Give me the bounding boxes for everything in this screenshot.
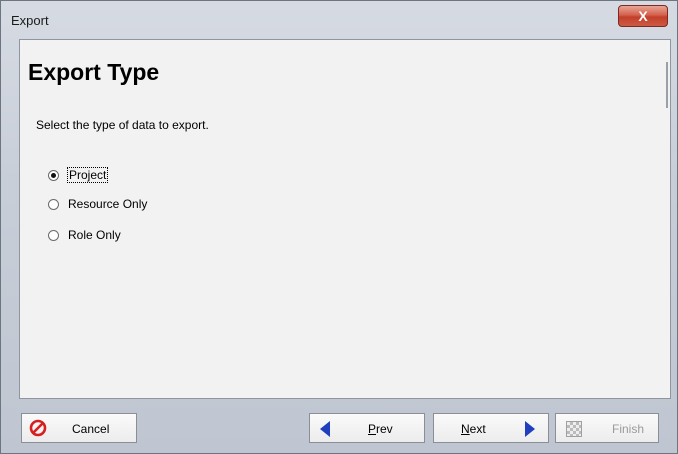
- right-triangle-arrow-icon: [525, 421, 535, 437]
- no-entry-icon: [29, 419, 47, 437]
- prev-button[interactable]: Prev: [309, 413, 425, 443]
- radio-option-resource-only[interactable]: Resource Only: [48, 197, 148, 211]
- radio-button[interactable]: [48, 229, 59, 241]
- page-title: Export Type: [28, 59, 160, 85]
- next-button[interactable]: Next: [433, 413, 549, 443]
- scrollbar-thumb[interactable]: [666, 62, 668, 108]
- radio-label: Resource Only: [68, 197, 148, 211]
- radio-label: Project: [67, 167, 109, 183]
- radio-option-role-only[interactable]: Role Only: [48, 228, 122, 242]
- radio-button[interactable]: [48, 198, 59, 210]
- finish-button[interactable]: Finish: [555, 413, 659, 443]
- radio-label: Role Only: [68, 228, 121, 242]
- button-bar: Cancel Prev Next Finish: [19, 403, 671, 453]
- next-label: Next: [461, 422, 486, 436]
- export-dialog: Export X Export Type Select the type of …: [0, 0, 678, 454]
- left-triangle-arrow-icon: [320, 421, 330, 437]
- prev-label: Prev: [368, 422, 393, 436]
- window-title: Export: [11, 13, 49, 28]
- finish-label: Finish: [612, 422, 645, 436]
- title-bar[interactable]: Export X: [1, 1, 677, 39]
- checkered-flag-icon: [566, 421, 582, 437]
- wizard-content-panel: Export Type Select the type of data to e…: [19, 39, 671, 399]
- close-button[interactable]: X: [618, 5, 668, 27]
- instruction-text: Select the type of data to export.: [36, 118, 209, 132]
- radio-button[interactable]: [48, 169, 59, 181]
- cancel-label: Cancel: [72, 422, 110, 436]
- cancel-button[interactable]: Cancel: [21, 413, 137, 443]
- radio-option-project[interactable]: Project: [48, 167, 109, 183]
